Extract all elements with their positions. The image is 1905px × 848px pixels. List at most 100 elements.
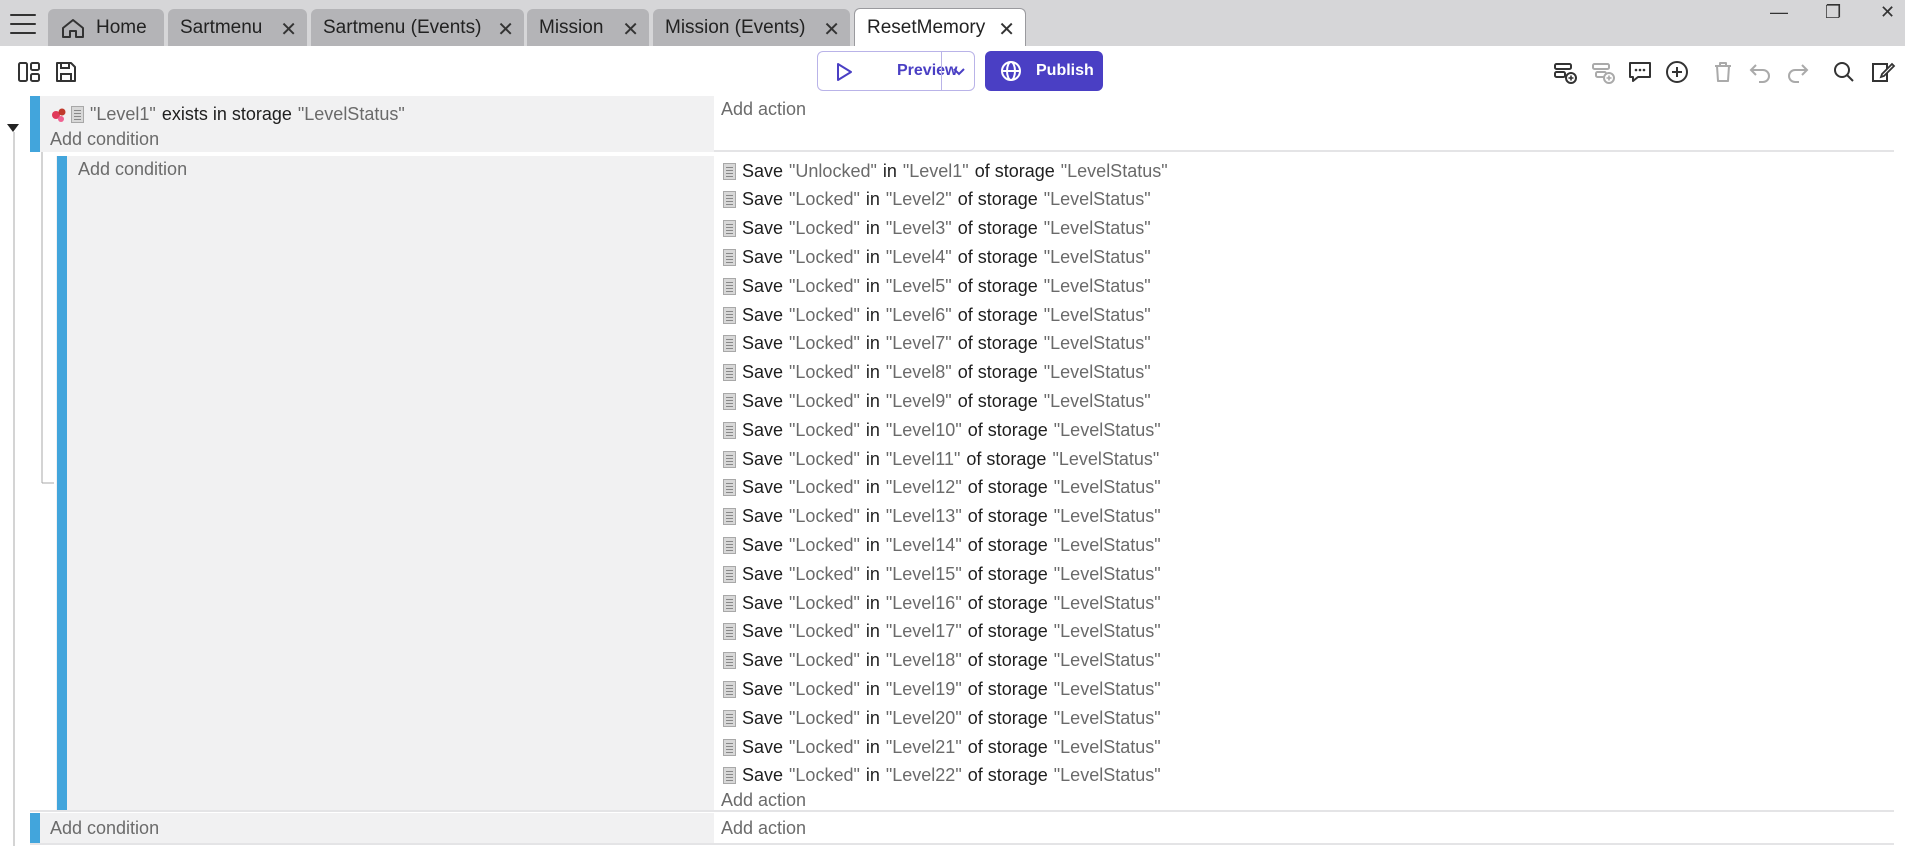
edit-settings-icon[interactable] xyxy=(1870,59,1896,85)
tab-home[interactable]: Home xyxy=(48,9,164,46)
action-key: "Level20" xyxy=(885,707,962,728)
chevron-down-icon[interactable] xyxy=(951,65,967,79)
action-of-storage-word: of storage xyxy=(967,707,1048,728)
action-of-storage-word: of storage xyxy=(957,275,1038,296)
action-in-word: in xyxy=(865,506,880,527)
action-of-storage-word: of storage xyxy=(974,160,1055,181)
action-value: "Locked" xyxy=(789,506,860,527)
preview-button[interactable]: Preview xyxy=(817,51,975,91)
action-value: "Locked" xyxy=(789,448,860,469)
close-icon[interactable]: ✕ xyxy=(823,17,840,42)
event-selection-bar[interactable] xyxy=(30,813,40,843)
action-storage-name: "LevelStatus" xyxy=(1053,621,1161,642)
storage-icon xyxy=(723,191,736,209)
action-key: "Level10" xyxy=(885,419,962,440)
action-row[interactable]: Save "Locked" in "Level13" of storage "LevelS… xyxy=(723,503,1161,531)
action-key: "Level18" xyxy=(885,650,962,671)
action-row[interactable]: Save "Locked" in "Level10" of storage "LevelS… xyxy=(723,416,1161,444)
search-icon[interactable] xyxy=(1831,59,1857,85)
comment-icon[interactable] xyxy=(1627,59,1653,85)
panels-icon[interactable] xyxy=(16,59,42,85)
action-in-word: in xyxy=(865,390,880,411)
action-row[interactable]: Save "Locked" in "Level9" of storage "LevelSt… xyxy=(723,387,1151,415)
action-save-word: Save xyxy=(742,218,784,239)
add-action-link[interactable]: Add action xyxy=(721,818,806,839)
publish-button[interactable]: Publish xyxy=(985,51,1103,91)
action-value: "Locked" xyxy=(789,304,860,325)
restore-icon[interactable]: ❐ xyxy=(1825,2,1841,23)
action-row[interactable]: Save "Locked" in "Level4" of storage "LevelSt… xyxy=(723,243,1151,271)
action-row[interactable]: Save "Locked" in "Level7" of storage "LevelSt… xyxy=(723,330,1151,358)
action-row[interactable]: Save "Locked" in "Level14" of storage "LevelS… xyxy=(723,531,1161,559)
action-row[interactable]: Save "Locked" in "Level8" of storage "LevelSt… xyxy=(723,359,1151,387)
action-in-word: in xyxy=(865,275,880,296)
close-window-icon[interactable]: ✕ xyxy=(1880,2,1895,23)
action-save-word: Save xyxy=(742,246,784,267)
tab-sartmenu[interactable]: Sartmenu ✕ xyxy=(168,9,307,46)
action-row[interactable]: Save "Locked" in "Level15" of storage "LevelS… xyxy=(723,560,1161,588)
action-key: "Level19" xyxy=(885,678,962,699)
save-icon[interactable] xyxy=(53,59,79,85)
action-row[interactable]: Save "Locked" in "Level22" of storage "LevelS… xyxy=(723,762,1161,790)
action-storage-name: "LevelStatus" xyxy=(1043,246,1151,267)
close-icon[interactable]: ✕ xyxy=(497,17,514,42)
close-icon[interactable]: ✕ xyxy=(998,17,1015,42)
globe-icon xyxy=(1001,61,1021,81)
tab-mission[interactable]: Mission ✕ xyxy=(527,9,649,46)
add-action-link[interactable]: Add action xyxy=(721,99,806,120)
action-row[interactable]: Save "Locked" in "Level18" of storage "LevelS… xyxy=(723,647,1161,675)
action-row[interactable]: Save "Locked" in "Level3" of storage "LevelSt… xyxy=(723,215,1151,243)
action-key: "Level11" xyxy=(885,448,961,469)
add-subevent-icon[interactable] xyxy=(1590,59,1616,85)
action-row[interactable]: Save "Locked" in "Level17" of storage "LevelS… xyxy=(723,618,1161,646)
separator xyxy=(714,150,1894,152)
subevent-selection-bar[interactable] xyxy=(57,156,67,810)
trash-icon[interactable] xyxy=(1710,59,1736,85)
action-save-word: Save xyxy=(742,304,784,325)
action-storage-name: "LevelStatus" xyxy=(1053,563,1161,584)
add-circle-icon[interactable] xyxy=(1664,59,1690,85)
add-condition-link[interactable]: Add condition xyxy=(50,818,159,839)
action-row[interactable]: Save "Locked" in "Level6" of storage "LevelSt… xyxy=(723,301,1151,329)
action-row[interactable]: Save "Locked" in "Level20" of storage "LevelS… xyxy=(723,704,1161,732)
event-selection-bar[interactable] xyxy=(30,96,40,152)
storage-icon xyxy=(723,392,736,410)
close-icon[interactable]: ✕ xyxy=(622,17,639,42)
action-row[interactable]: Save "Locked" in "Level11" of storage "LevelS… xyxy=(723,445,1159,473)
action-row[interactable]: Save "Locked" in "Level16" of storage "LevelS… xyxy=(723,589,1161,617)
storage-icon xyxy=(723,536,736,554)
action-key: "Level21" xyxy=(885,736,962,757)
action-in-word: in xyxy=(865,592,880,613)
action-storage-name: "LevelStatus" xyxy=(1043,390,1151,411)
action-row[interactable]: Save "Locked" in "Level5" of storage "LevelSt… xyxy=(723,272,1151,300)
action-save-word: Save xyxy=(742,650,784,671)
hamburger-menu-icon[interactable] xyxy=(10,14,36,34)
action-key: "Level22" xyxy=(885,765,962,786)
subevent-conditions-area[interactable] xyxy=(56,156,714,810)
tab-resetmemory[interactable]: ResetMemory ✕ xyxy=(854,8,1026,46)
close-icon[interactable]: ✕ xyxy=(280,17,297,42)
action-storage-name: "LevelStatus" xyxy=(1043,304,1151,325)
action-save-word: Save xyxy=(742,160,784,181)
action-row[interactable]: Save "Locked" in "Level12" of storage "LevelS… xyxy=(723,474,1161,502)
tab-mission-events[interactable]: Mission (Events) ✕ xyxy=(653,9,850,46)
action-of-storage-word: of storage xyxy=(967,650,1048,671)
action-value: "Locked" xyxy=(789,189,860,210)
action-row[interactable]: Save "Locked" in "Level19" of storage "LevelS… xyxy=(723,675,1161,703)
action-storage-name: "LevelStatus" xyxy=(1053,534,1161,555)
add-action-link[interactable]: Add action xyxy=(721,790,806,811)
action-row[interactable]: Save "Locked" in "Level2" of storage "LevelSt… xyxy=(723,186,1151,214)
action-row[interactable]: Save "Locked" in "Level21" of storage "LevelS… xyxy=(723,733,1161,761)
action-save-word: Save xyxy=(742,736,784,757)
add-condition-link[interactable]: Add condition xyxy=(78,159,187,180)
storage-icon xyxy=(723,335,736,353)
add-event-icon[interactable] xyxy=(1552,59,1578,85)
minimize-icon[interactable]: — xyxy=(1770,2,1788,23)
redo-icon[interactable] xyxy=(1785,59,1811,85)
undo-icon[interactable] xyxy=(1747,59,1773,85)
add-condition-link[interactable]: Add condition xyxy=(50,129,159,150)
tab-sartmenu-events[interactable]: Sartmenu (Events) ✕ xyxy=(311,9,524,46)
action-row[interactable]: Save "Unlocked" in "Level1" of storage "Level… xyxy=(723,157,1168,185)
condition-row[interactable]: "Level1" exists in storage "LevelStatus" xyxy=(50,104,405,125)
action-of-storage-word: of storage xyxy=(966,448,1047,469)
